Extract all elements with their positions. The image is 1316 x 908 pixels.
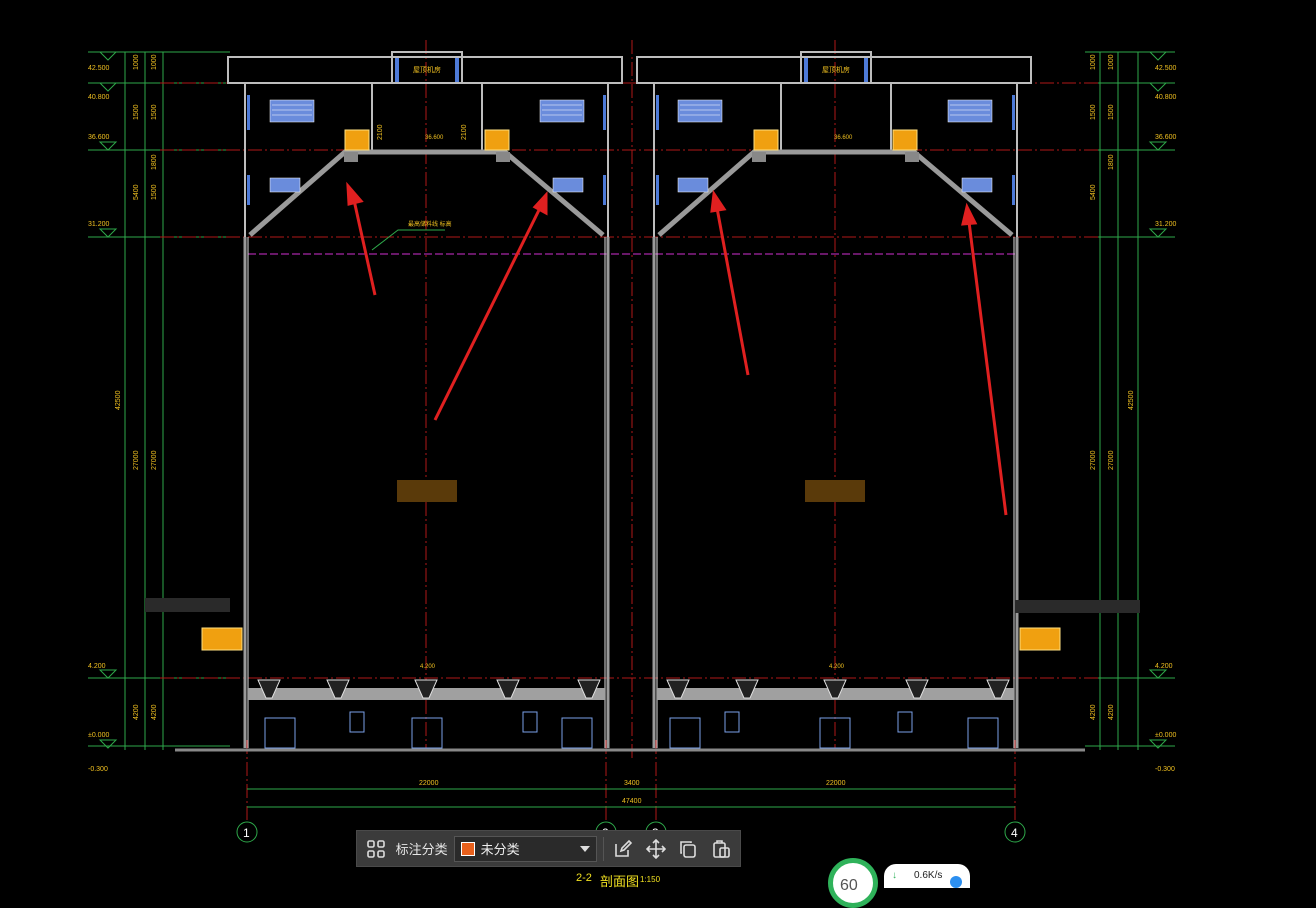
elev-label: 40.800 [88, 94, 110, 101]
elev-label: 42.500 [1155, 65, 1177, 72]
section-scale: 1:150 [640, 875, 661, 884]
dim-text: 5400 [133, 184, 140, 200]
inner-dim: 2100 [461, 124, 468, 140]
redacted-patches [145, 480, 1140, 613]
elev-label: -0.300 [88, 766, 108, 773]
elevation-triangles [98, 51, 1168, 749]
dim-text: 4200 [133, 704, 140, 720]
category-color-swatch [460, 841, 475, 856]
dim-text: 1800 [1108, 154, 1115, 170]
dim-text: 1000 [133, 54, 140, 70]
elev-label: ±0.000 [1155, 732, 1176, 739]
dim-text: 27000 [1108, 450, 1115, 470]
silo-walls [243, 237, 1019, 748]
dim-text: 1800 [151, 154, 158, 170]
elev-label: ±0.000 [88, 732, 109, 739]
cad-drawing-canvas[interactable]: 42.500 40.800 36.600 31.200 4.200 ±0.000… [0, 0, 1316, 886]
axis-lines [246, 40, 1016, 820]
elev-label: 42.500 [88, 65, 110, 72]
inner-dim: 2100 [377, 124, 384, 140]
dim-text: 1500 [133, 104, 140, 120]
roof-room-label: 屋顶机房 [822, 65, 850, 74]
status-dot-icon [950, 876, 962, 888]
right-elevation-labels: 42.500 40.800 36.600 31.200 4.200 ±0.000… [1155, 65, 1177, 773]
category-select[interactable]: 未分类 [453, 835, 597, 862]
dim-text: 42500 [115, 390, 122, 410]
section-number: 2-2 [576, 872, 592, 884]
grid-icon[interactable] [363, 835, 390, 863]
left-vertical-dims: 1000 1500 5400 42500 27000 4200 1000 150… [115, 54, 158, 720]
move-icon[interactable] [642, 835, 669, 863]
dim-text: 4200 [151, 704, 158, 720]
dim-text: 4200 [1090, 704, 1097, 720]
elev-label: 36.600 [88, 134, 110, 141]
dim-text: 22000 [419, 780, 439, 787]
annotation-toolbar: 标注分类 未分类 [356, 830, 741, 867]
funnel-floor [248, 679, 1014, 700]
dim-text: 27000 [133, 450, 140, 470]
elev-label: -0.300 [1155, 766, 1175, 773]
right-vertical-dims: 1000 1500 1800 27000 4200 1000 1500 5400… [1090, 54, 1135, 720]
network-speed-widget[interactable]: 60 ↓ 0.6K/s [828, 858, 970, 908]
dim-text: 5400 [1090, 184, 1097, 200]
bottom-dim-text: 22000 3400 22000 47400 [419, 780, 846, 805]
left-elevation-labels: 42.500 40.800 36.600 31.200 4.200 ±0.000… [88, 65, 110, 773]
toolbar-divider [602, 836, 604, 861]
elev-label: 4.200 [88, 663, 106, 670]
louvers [269, 99, 993, 193]
network-speed-pill: ↓ 0.6K/s [884, 864, 970, 888]
dim-text: 22000 [826, 780, 846, 787]
elev-label: 31.200 [1155, 221, 1177, 228]
level-mark: 36.600 [834, 135, 853, 141]
dim-text: 27000 [1090, 450, 1097, 470]
elev-label: 40.800 [1155, 94, 1177, 101]
dim-text: 1500 [1108, 104, 1115, 120]
annotation-category-label: 标注分类 [395, 842, 448, 857]
level-lines [160, 82, 1100, 679]
note-leader [371, 229, 445, 251]
network-gauge: 60 [828, 858, 878, 908]
copy-icon[interactable] [675, 835, 702, 863]
roof-structure-right [636, 51, 1032, 237]
dim-text: 3400 [624, 780, 640, 787]
dim-text: 1000 [1108, 54, 1115, 70]
dim-text: 4200 [1108, 704, 1115, 720]
dim-text: 47400 [622, 798, 642, 805]
category-select-value: 未分类 [480, 842, 520, 857]
network-speed-value: 0.6K/s [914, 870, 943, 881]
silo-inner-edges [247, 237, 1015, 748]
elev-label: 31.200 [88, 221, 110, 228]
elev-label: 36.600 [1155, 134, 1177, 141]
dim-text: 1500 [151, 184, 158, 200]
dim-text: 1000 [1090, 54, 1097, 70]
louver-lines [272, 104, 990, 116]
floor-level: 4.200 [829, 664, 845, 670]
dim-text: 1500 [151, 104, 158, 120]
dim-text: 1000 [151, 54, 158, 70]
dim-text: 42500 [1128, 390, 1135, 410]
roof-structure-left [227, 51, 623, 237]
level-mark: 36.600 [425, 135, 444, 141]
network-gauge-value: 60 [840, 877, 858, 894]
download-arrow-icon: ↓ [892, 870, 897, 881]
floor-level: 4.200 [420, 664, 436, 670]
edit-icon[interactable] [610, 835, 637, 863]
red-annotation-arrows [346, 181, 1008, 516]
dim-text: 1500 [1090, 104, 1097, 120]
axis-label: 4 [1011, 826, 1018, 840]
roof-room-label: 屋顶机房 [413, 65, 441, 74]
orange-equipment [201, 129, 1061, 651]
section-title: 剖面图 [600, 874, 640, 889]
chevron-down-icon [579, 845, 590, 852]
elev-label: 4.200 [1155, 663, 1173, 670]
axis-label: 1 [243, 826, 250, 840]
material-note: 最高储料线 标高 [408, 220, 452, 228]
dim-text: 27000 [151, 450, 158, 470]
paste-icon[interactable] [707, 835, 734, 863]
